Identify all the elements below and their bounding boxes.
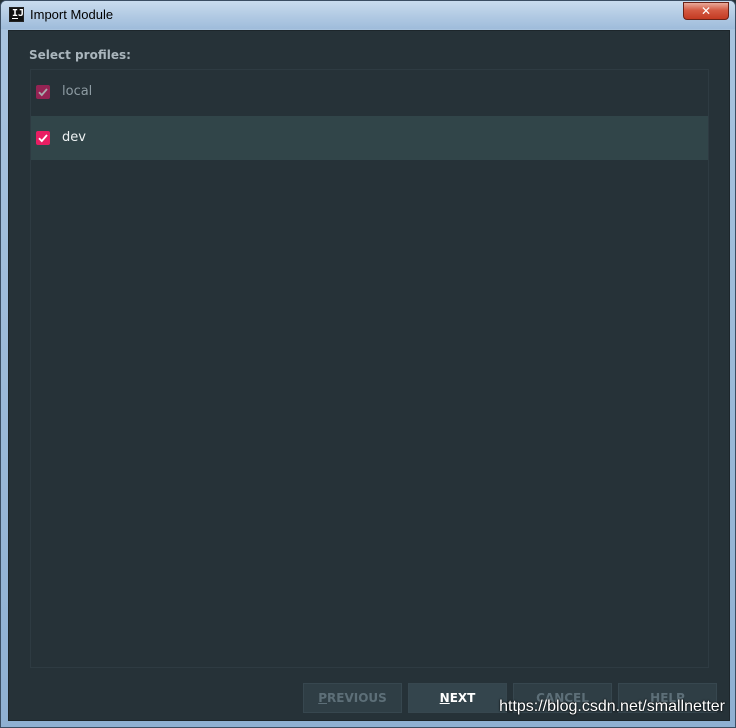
next-label: EXT [449, 691, 476, 705]
previous-mnemonic: P [318, 691, 327, 705]
title-bar[interactable]: IJ Import Module ✕ [1, 1, 735, 29]
previous-button[interactable]: PREVIOUS [303, 683, 402, 713]
check-icon [38, 134, 48, 143]
next-mnemonic: N [439, 691, 450, 705]
next-button[interactable]: NEXT [408, 683, 507, 713]
import-module-window: IJ Import Module ✕ Select profiles: loca… [0, 0, 736, 728]
select-profiles-label: Select profiles: [29, 48, 131, 62]
intellij-app-icon: IJ [9, 7, 24, 22]
check-icon [38, 88, 48, 97]
watermark-text: https://blog.csdn.net/smallnetter [499, 698, 725, 715]
close-button[interactable]: ✕ [683, 2, 729, 20]
profile-row-local[interactable]: local [31, 70, 708, 114]
dialog-content: Select profiles: local dev PREVIOUS NEXT… [8, 30, 730, 721]
window-title: Import Module [30, 7, 114, 22]
profile-list[interactable]: local dev [30, 69, 709, 668]
profile-label-local: local [62, 84, 93, 99]
profile-checkbox-dev[interactable] [36, 131, 50, 145]
previous-label: REVIOUS [327, 691, 387, 705]
profile-label-dev: dev [62, 130, 86, 145]
profile-row-dev[interactable]: dev [31, 116, 708, 160]
profile-checkbox-local[interactable] [36, 85, 50, 99]
